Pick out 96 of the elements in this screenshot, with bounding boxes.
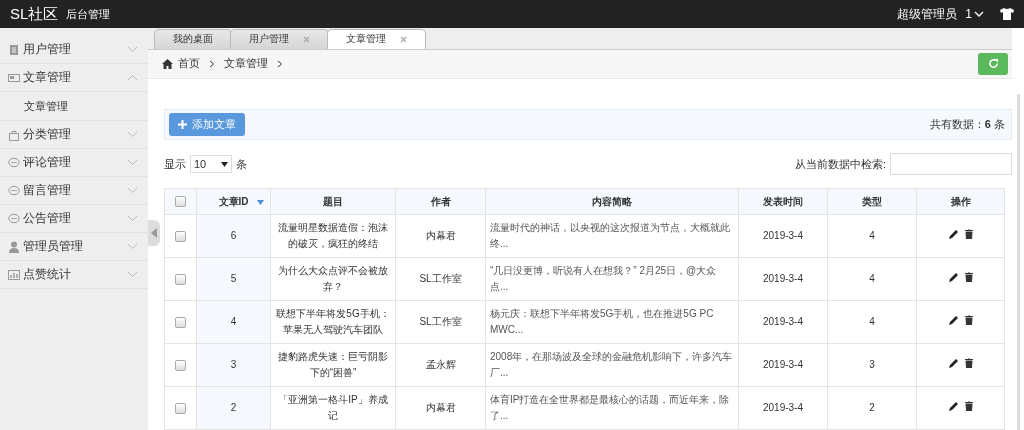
user-name[interactable]: 超级管理员 [897, 5, 958, 23]
sidebar-collapse-handle[interactable] [148, 220, 160, 246]
chart-icon [8, 268, 20, 281]
column-header[interactable]: 内容简略 [485, 188, 739, 215]
sidebar-item[interactable]: 文章管理 [0, 64, 148, 92]
select-all-checkbox[interactable] [175, 196, 186, 208]
record-count: 共有数据：6 条 [929, 117, 1005, 132]
plus-icon [178, 120, 187, 129]
shirt-icon[interactable] [1000, 8, 1014, 20]
search-field[interactable] [890, 153, 1012, 175]
bag-icon [8, 128, 20, 141]
edit-pencil-icon[interactable] [948, 229, 959, 239]
table-cell: “几日没更博，听说有人在想我？” 2月25日，@大众点... [485, 257, 739, 301]
edit-pencil-icon[interactable] [948, 401, 959, 411]
edit-pencil-icon[interactable] [948, 358, 959, 368]
chevron-right-icon [209, 59, 215, 68]
table-cell: 2008年，在那场波及全球的金融危机影响下，许多汽车厂... [485, 343, 739, 387]
row-checkbox[interactable] [175, 402, 186, 414]
breadcrumb-link[interactable]: 文章管理 [224, 56, 268, 72]
table-cell: 4 [827, 300, 917, 344]
tab[interactable]: 我的桌面 [154, 28, 232, 49]
table-cell: 孟永辉 [395, 343, 486, 387]
column-header[interactable]: 题目 [270, 188, 396, 215]
table-cell: 「亚洲第一格斗IP」养成记 [270, 386, 396, 430]
edit-pencil-icon[interactable] [948, 272, 959, 282]
trash-icon[interactable] [964, 401, 973, 411]
table-cell: 联想下半年将发5G手机：苹果无人驾驶汽车团队 [270, 300, 396, 344]
table-cell: 2 [196, 386, 271, 430]
sidebar-item[interactable]: 管理员管理 [0, 233, 148, 261]
table-cell: 3 [196, 343, 271, 387]
app-subtitle: 后台管理 [66, 6, 111, 22]
refresh-icon [987, 58, 999, 70]
close-icon[interactable] [303, 35, 310, 43]
trash-icon[interactable] [964, 272, 973, 282]
table-cell: 5 [196, 257, 271, 301]
table-cell: 3 [827, 343, 917, 387]
search-label: 从当前数据中检索: [794, 156, 886, 172]
table-cell: 体育IP打造在全世界都是最核心的话题，而近年来，除了... [485, 386, 739, 430]
chevron-down-icon [974, 10, 984, 18]
sidebar-item[interactable]: 点赞统计 [0, 261, 148, 289]
row-checkbox[interactable] [175, 316, 186, 328]
column-header[interactable]: 发表时间 [738, 188, 828, 215]
table-cell: 2019-3-4 [738, 257, 828, 301]
table-cell: 杨元庆：联想下半年将发5G手机，也在推进5G PC MWC... [485, 300, 739, 344]
tab[interactable]: 用户管理 [230, 28, 329, 49]
sidebar-subitem[interactable]: 文章管理 [0, 92, 148, 121]
table-cell: 内幕君 [395, 386, 486, 430]
home-icon [162, 58, 173, 69]
table-cell: 2019-3-4 [738, 386, 828, 430]
column-header[interactable]: 文章ID [196, 188, 271, 215]
column-header[interactable]: 类型 [827, 188, 917, 215]
row-checkbox[interactable] [175, 230, 186, 242]
table-cell: 流量时代的神话，以央视的这次报道为节点，大概就此终... [485, 214, 739, 258]
table-cell: 4 [196, 300, 271, 344]
sidebar-item[interactable]: 评论管理 [0, 149, 148, 177]
table-cell: SL工作室 [395, 257, 486, 301]
caret-down-icon [221, 161, 228, 167]
sidebar-item[interactable]: 留言管理 [0, 177, 148, 205]
entries-label: 条 [236, 156, 247, 172]
row-checkbox[interactable] [175, 359, 186, 371]
user-menu[interactable]: 1 [965, 7, 984, 21]
trash-icon[interactable] [964, 315, 973, 325]
table-cell: 4 [827, 214, 917, 258]
table-cell: 2019-3-4 [738, 300, 828, 344]
sidebar-item[interactable]: 分类管理 [0, 121, 148, 149]
breadcrumb-link[interactable]: 首页 [178, 56, 200, 72]
table-cell: 4 [827, 257, 917, 301]
row-checkbox[interactable] [175, 273, 186, 285]
table-cell: 2019-3-4 [738, 343, 828, 387]
table-cell: 流量明星数据造假：泡沫的破灭，疯狂的终结 [270, 214, 396, 258]
column-header[interactable]: 作者 [395, 188, 486, 215]
person-icon [8, 240, 20, 253]
triangle-left-icon [151, 228, 157, 238]
table-cell: SL工作室 [395, 300, 486, 344]
table-cell: 2019-3-4 [738, 214, 828, 258]
sort-descending-icon[interactable] [257, 200, 264, 205]
sidebar-item[interactable]: 公告管理 [0, 205, 148, 233]
close-icon[interactable] [400, 35, 407, 43]
tab[interactable]: 文章管理 [327, 28, 426, 49]
table-cell: 2 [827, 386, 917, 430]
column-header[interactable]: 操作 [916, 188, 1005, 215]
table-cell: 捷豹路虎失速：巨亏阴影下的“困兽” [270, 343, 396, 387]
trash-icon[interactable] [964, 358, 973, 368]
refresh-button[interactable] [978, 52, 1008, 75]
trash-icon[interactable] [964, 229, 973, 239]
table-cell: 内幕君 [395, 214, 486, 258]
show-label: 显示 [164, 156, 186, 172]
page-size-select[interactable]: 10 [190, 155, 232, 173]
chevron-right-icon [277, 59, 283, 68]
scrollbar[interactable] [1017, 94, 1020, 430]
edit-pencil-icon[interactable] [948, 315, 959, 325]
document-icon [8, 43, 20, 56]
table-cell: 为什么大众点评不会被放弃？ [270, 257, 396, 301]
table-cell: 6 [196, 214, 271, 258]
app-logo: SL社区 [10, 4, 59, 24]
card-icon [8, 71, 20, 84]
